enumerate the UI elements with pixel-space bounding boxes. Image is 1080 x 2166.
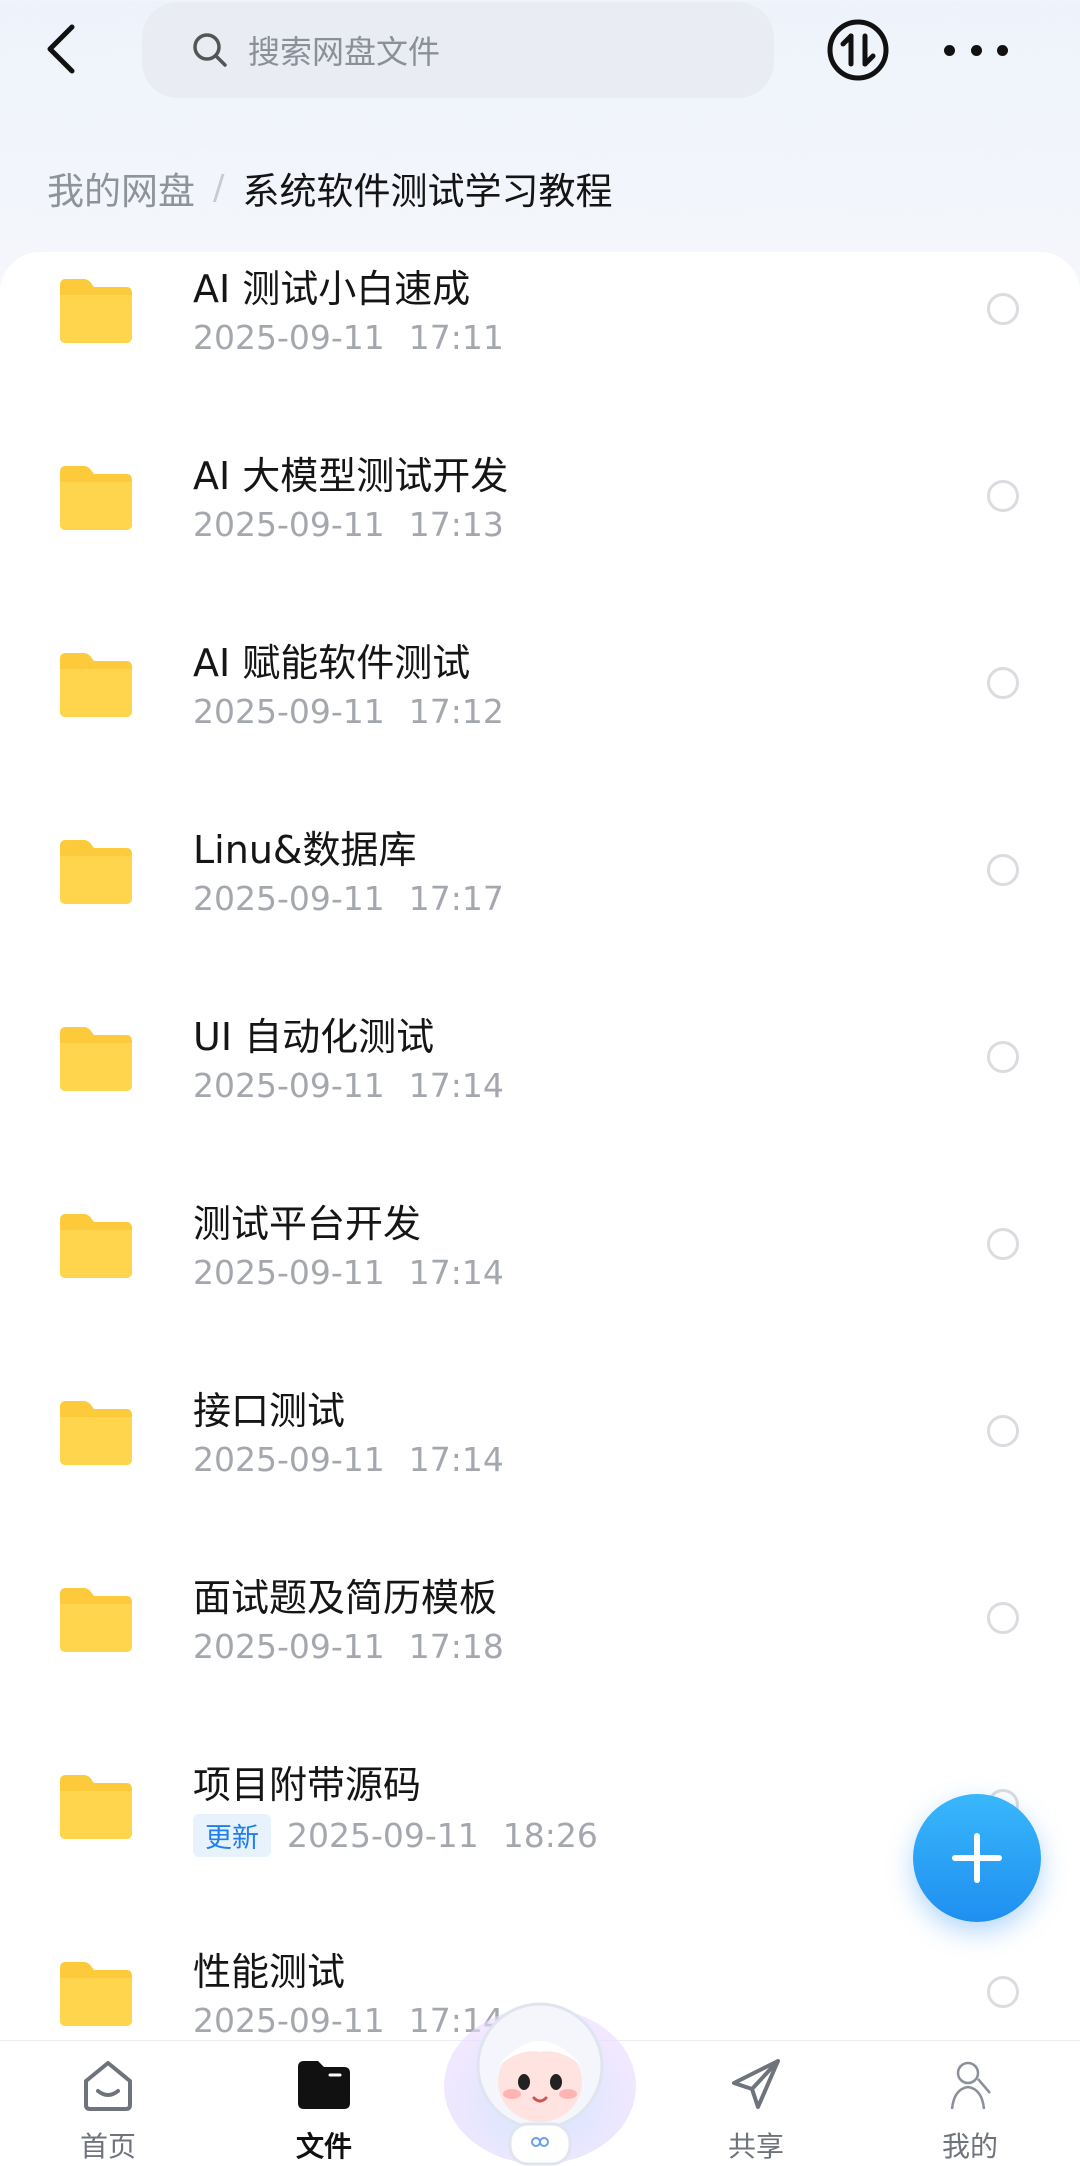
folder-date: 2025-09-11 bbox=[193, 2001, 385, 2040]
folder-row[interactable]: AI 赋能软件测试 2025-09-11 17:12 bbox=[0, 626, 1080, 813]
folder-date: 2025-09-11 bbox=[193, 1627, 385, 1666]
folder-time: 17:17 bbox=[408, 879, 504, 918]
folder-name: 接口测试 bbox=[193, 1389, 346, 1433]
folder-icon bbox=[60, 1962, 132, 2026]
folder-row[interactable]: 面试题及简历模板 2025-09-11 17:18 bbox=[0, 1561, 1080, 1748]
search-placeholder: 搜索网盘文件 bbox=[248, 33, 441, 71]
nav-mine[interactable]: 我的 bbox=[890, 2041, 1050, 2166]
folder-time: 17:11 bbox=[408, 318, 504, 357]
nav-home-label: 首页 bbox=[79, 2130, 136, 2163]
home-icon bbox=[84, 2061, 132, 2111]
folder-date: 2025-09-11 bbox=[193, 1066, 385, 1105]
folder-name: 面试题及简历模板 bbox=[193, 1576, 498, 1620]
folder-name: AI 大模型测试开发 bbox=[193, 454, 509, 498]
folder-meta: 2025-09-11 17:14 bbox=[193, 1253, 504, 1292]
folder-row[interactable]: AI 测试小白速成 2025-09-11 17:11 bbox=[0, 252, 1080, 439]
folder-row[interactable]: 接口测试 2025-09-11 17:14 bbox=[0, 1374, 1080, 1561]
breadcrumb-root[interactable]: 我的网盘 bbox=[47, 161, 195, 215]
folder-time: 17:18 bbox=[408, 1627, 504, 1666]
folder-row[interactable]: UI 自动化测试 2025-09-11 17:14 bbox=[0, 1000, 1080, 1187]
folder-row[interactable]: Linu&数据库 2025-09-11 17:17 bbox=[0, 813, 1080, 1000]
folder-meta: 2025-09-11 17:14 bbox=[193, 1066, 504, 1105]
chevron-left-icon bbox=[47, 24, 75, 74]
nav-share-label: 共享 bbox=[727, 2130, 784, 2163]
folder-date: 2025-09-11 bbox=[193, 1440, 385, 1479]
back-button[interactable] bbox=[36, 18, 86, 80]
transfer-button[interactable] bbox=[826, 18, 890, 82]
folder-name: 测试平台开发 bbox=[193, 1202, 422, 1246]
folder-icon bbox=[60, 1401, 132, 1465]
breadcrumb-current: 系统软件测试学习教程 bbox=[242, 170, 613, 213]
folder-meta: 2025-09-11 17:11 bbox=[193, 318, 504, 357]
folder-icon bbox=[60, 1214, 132, 1278]
mascot-icon bbox=[444, 2002, 636, 2166]
select-radio[interactable] bbox=[987, 293, 1019, 325]
folder-time: 17:13 bbox=[408, 505, 504, 544]
folder-time: 17:14 bbox=[408, 1066, 504, 1105]
folder-meta: 2025-09-11 17:13 bbox=[193, 505, 504, 544]
file-list: AI 测试小白速成 2025-09-11 17:11 AI 大模型测试开发 202… bbox=[0, 252, 1080, 2042]
folder-meta: 2025-09-11 17:14 bbox=[193, 1440, 504, 1479]
folder-meta: 2025-09-11 17:12 bbox=[193, 692, 504, 731]
update-badge: 更新 bbox=[193, 1814, 271, 1857]
more-icon-dot bbox=[944, 44, 955, 56]
select-radio[interactable] bbox=[987, 1602, 1019, 1634]
folder-icon bbox=[60, 466, 132, 530]
select-radio[interactable] bbox=[987, 1415, 1019, 1447]
more-icon-dot bbox=[997, 44, 1008, 56]
folder-time: 17:12 bbox=[408, 692, 504, 731]
send-icon bbox=[732, 2059, 780, 2109]
folder-row[interactable]: AI 大模型测试开发 2025-09-11 17:13 bbox=[0, 439, 1080, 626]
select-radio[interactable] bbox=[987, 1041, 1019, 1073]
nav-files[interactable]: 文件 bbox=[244, 2041, 404, 2166]
top-bar: 搜索网盘文件 bbox=[0, 0, 1080, 110]
nav-mine-label: 我的 bbox=[941, 2130, 998, 2163]
avatar-icon bbox=[950, 2061, 991, 2110]
folder-date: 2025-09-11 bbox=[193, 879, 385, 918]
folder-meta: 2025-09-11 17:17 bbox=[193, 879, 504, 918]
plus-icon bbox=[952, 1833, 1002, 1883]
folder-name: 项目附带源码 bbox=[193, 1763, 422, 1807]
add-button[interactable] bbox=[913, 1794, 1041, 1922]
select-radio[interactable] bbox=[987, 1976, 1019, 2008]
more-button[interactable] bbox=[944, 28, 1008, 72]
folder-date: 2025-09-11 bbox=[193, 1253, 385, 1292]
folder-date: 2025-09-11 bbox=[193, 692, 385, 731]
folder-name: Linu&数据库 bbox=[193, 828, 417, 872]
folder-date: 2025-09-11 bbox=[287, 1816, 479, 1855]
nav-files-label: 文件 bbox=[295, 2130, 352, 2163]
folder-date: 2025-09-11 bbox=[193, 505, 385, 544]
folder-icon bbox=[60, 1027, 132, 1091]
folder-icon bbox=[60, 653, 132, 717]
folder-icon bbox=[60, 840, 132, 904]
folder-name: 性能测试 bbox=[193, 1950, 346, 1994]
breadcrumb: 我的网盘 / 系统软件测试学习教程 bbox=[47, 160, 612, 216]
folder-name: UI 自动化测试 bbox=[193, 1015, 435, 1059]
nav-share[interactable]: 共享 bbox=[676, 2041, 836, 2166]
select-radio[interactable] bbox=[987, 667, 1019, 699]
folder-time: 18:26 bbox=[502, 1816, 598, 1855]
folder-icon bbox=[298, 2061, 350, 2109]
folder-meta: 更新 2025-09-11 18:26 bbox=[193, 1814, 598, 1857]
assistant-mascot-button[interactable] bbox=[440, 1986, 640, 2166]
folder-name: AI 测试小白速成 bbox=[193, 267, 471, 311]
folder-row[interactable]: 测试平台开发 2025-09-11 17:14 bbox=[0, 1187, 1080, 1374]
search-icon bbox=[193, 33, 227, 67]
folder-name: AI 赋能软件测试 bbox=[193, 641, 471, 685]
folder-icon bbox=[60, 279, 132, 343]
folder-date: 2025-09-11 bbox=[193, 318, 385, 357]
folder-meta: 2025-09-11 17:18 bbox=[193, 1627, 504, 1666]
nav-home[interactable]: 首页 bbox=[28, 2041, 188, 2166]
folder-time: 17:14 bbox=[408, 1253, 504, 1292]
breadcrumb-separator: / bbox=[213, 168, 225, 208]
folder-icon bbox=[60, 1588, 132, 1652]
select-radio[interactable] bbox=[987, 480, 1019, 512]
transfer-icon bbox=[827, 19, 889, 81]
select-radio[interactable] bbox=[987, 854, 1019, 886]
folder-time: 17:14 bbox=[408, 1440, 504, 1479]
select-radio[interactable] bbox=[987, 1228, 1019, 1260]
search-input[interactable]: 搜索网盘文件 bbox=[142, 2, 774, 98]
more-icon-dot bbox=[970, 44, 982, 56]
folder-icon bbox=[60, 1775, 132, 1839]
